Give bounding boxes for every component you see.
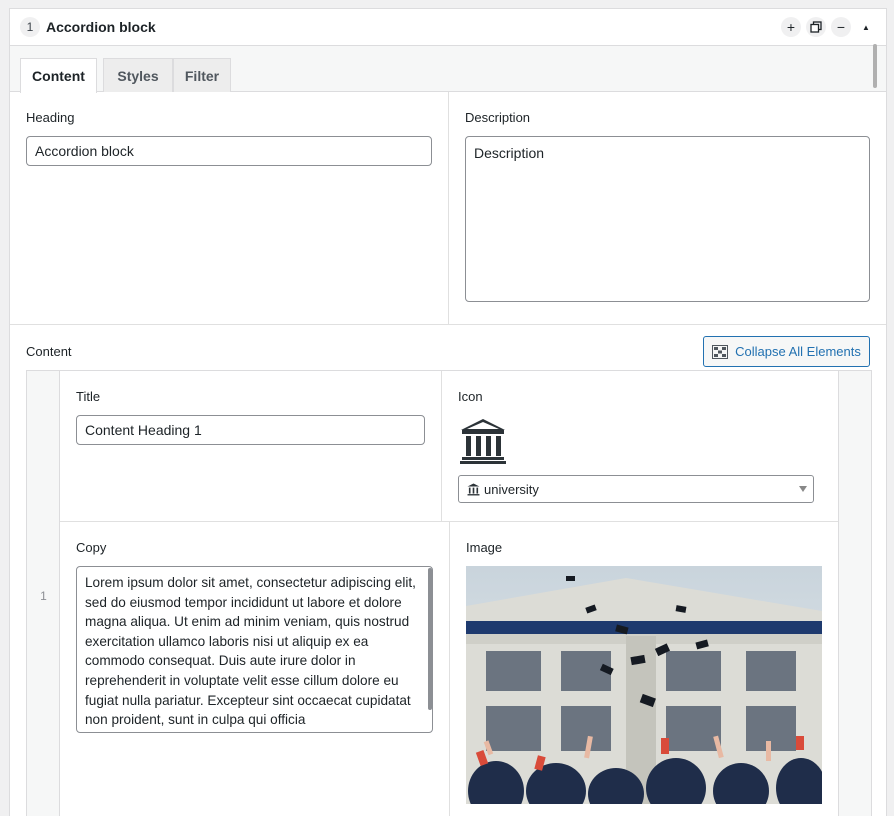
university-small-icon [467,483,480,495]
tab-filter[interactable]: Filter [173,58,231,92]
row-column-divider-top [441,371,442,521]
title-input[interactable]: Content Heading 1 [76,415,425,445]
content-label: Content [26,344,72,359]
title-label: Title [76,389,101,404]
duplicate-icon[interactable] [806,17,826,37]
icon-select-value: university [484,481,539,497]
description-textarea[interactable]: Description [465,136,870,302]
heading-input[interactable]: Accordion block [26,136,432,166]
collapse-arrow-icon[interactable]: ▲ [856,17,876,37]
block-index-badge: 1 [20,17,40,37]
block-header-actions: + − ▲ [781,17,876,37]
image-label: Image [466,540,503,555]
university-icon [459,417,507,468]
collapse-all-button[interactable]: Collapse All Elements [703,336,870,367]
collapse-all-label: Collapse All Elements [735,344,861,359]
column-divider [448,92,449,324]
collapse-elements-icon [712,344,729,359]
icon-select[interactable]: university [458,475,814,503]
block-title: Accordion block [46,19,156,35]
add-icon[interactable]: + [781,17,801,37]
icon-label: Icon [458,389,483,404]
graduation-photo[interactable] [466,566,822,804]
remove-icon[interactable]: − [831,17,851,37]
block-header[interactable]: 1 Accordion block + − ▲ [10,9,886,46]
tab-styles[interactable]: Styles [103,58,173,92]
scrollbar-thumb[interactable] [873,44,877,88]
copy-scrollbar[interactable] [428,568,432,710]
row-actions-column[interactable] [838,371,871,816]
description-label: Description [465,110,531,125]
tab-content[interactable]: Content [20,58,97,93]
duplicate-icon-svg [810,21,822,33]
chevron-down-icon [799,486,807,492]
row-number: 1 [40,589,47,603]
heading-label: Heading [26,110,75,125]
section-divider [10,324,886,325]
block-body: Content Styles Filter [10,46,886,93]
tab-bar: Content Styles Filter [10,46,886,93]
row-column-divider-bottom [449,522,450,816]
copy-textarea[interactable]: Lorem ipsum dolor sit amet, consectetur … [76,566,433,733]
copy-label: Copy [76,540,107,555]
